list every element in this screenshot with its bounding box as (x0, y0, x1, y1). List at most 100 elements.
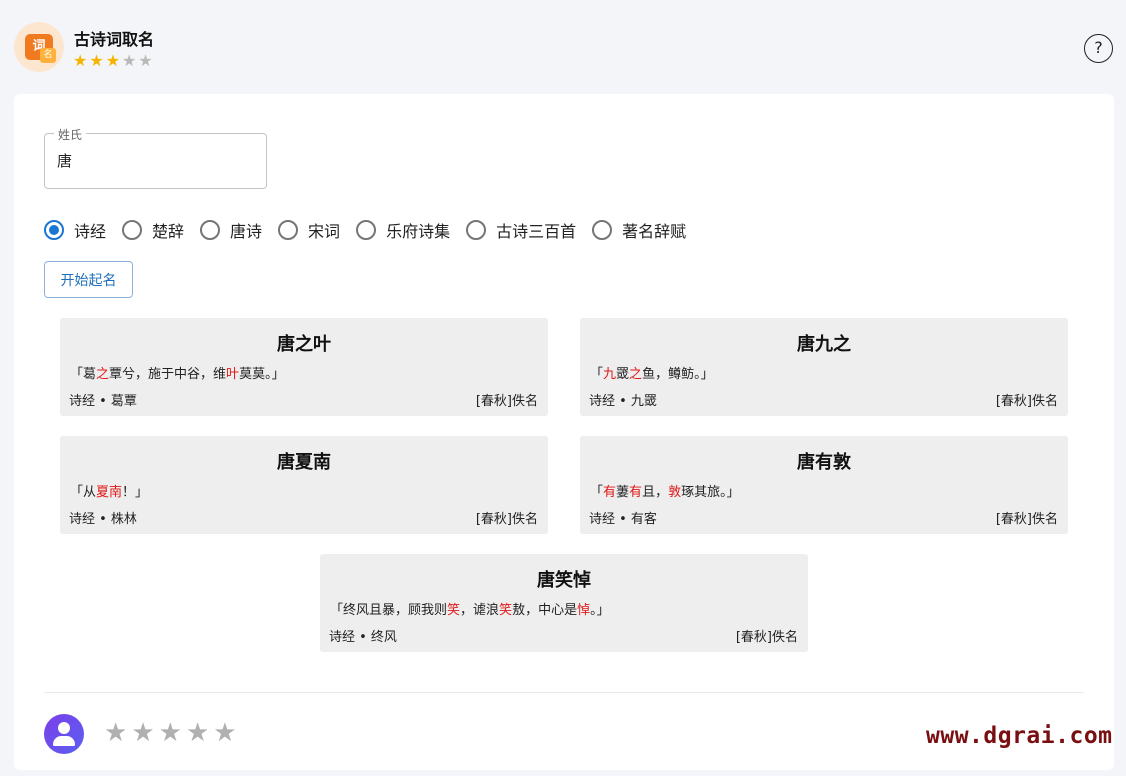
verse-highlight: 笑 (499, 603, 513, 618)
radio-icon[interactable] (122, 220, 143, 240)
verse-text: 萋 (616, 485, 630, 500)
verse-highlight: 夏南 (96, 485, 123, 500)
feedback-rating: ★ ★ ★ ★ ★ (104, 719, 237, 747)
card-verse: 「有萋有且，敦琢其旅。」 (590, 481, 740, 500)
verse-text: ，谑浪 (460, 603, 500, 618)
avatar-head (58, 722, 70, 734)
verse-highlight: 笑 (447, 603, 461, 618)
source-option-label: 乐府诗集 (386, 222, 451, 241)
radio-icon[interactable] (466, 220, 487, 240)
rate-star-icon[interactable]: ★ (131, 719, 154, 747)
source-option[interactable]: 楚辞 (122, 218, 184, 242)
verse-highlight: 悼 (577, 603, 591, 618)
source-option[interactable]: 古诗三百首 (466, 218, 576, 242)
card-source: 诗经 • 九罭 (589, 394, 657, 409)
rate-star-icon[interactable]: ★ (213, 719, 236, 747)
verse-highlight: 有 (629, 485, 643, 500)
rate-star-icon[interactable]: ★ (159, 719, 182, 747)
verse-text: 琢其旅。」 (681, 485, 740, 500)
avatar-body (53, 736, 75, 746)
source-option-label: 楚辞 (152, 222, 185, 241)
verse-highlight: 九 (603, 367, 617, 382)
source-option-label: 唐诗 (230, 222, 263, 241)
verse-text: 莫莫。」 (239, 367, 285, 382)
star-icon: ★ (73, 51, 88, 70)
name-card[interactable]: 唐九之「九罭之鱼，鳟鲂。」诗经 • 九罭 [春秋]佚名 (580, 318, 1068, 416)
verse-highlight: 敦 (668, 485, 682, 500)
source-radio-group: 诗经 楚辞 唐诗 宋词 乐府诗集 古诗三百首 著名辞赋 (44, 218, 702, 242)
verse-text: 覃兮，施于中谷，维 (109, 367, 227, 382)
divider (44, 692, 1084, 693)
verse-text: 「 (590, 485, 604, 500)
verse-text: 「终风且暴，顾我则 (330, 603, 448, 618)
help-button[interactable]: ? (1084, 34, 1113, 63)
start-naming-button[interactable]: 开始起名 (44, 261, 133, 298)
app-logo: 词 名 (14, 22, 64, 72)
card-verse: 「从夏南！」 (70, 481, 148, 500)
app-header: 词 名 古诗词取名 ★ ★ ★ ★ ★ ? (0, 0, 1126, 88)
app-title: 古诗词取名 (74, 30, 155, 49)
card-author: [春秋]佚名 (995, 394, 1058, 409)
card-source: 诗经 • 终风 (329, 630, 397, 645)
card-verse: 「终风且暴，顾我则笑，谑浪笑敖，中心是悼。」 (330, 599, 610, 618)
name-card[interactable]: 唐夏南「从夏南！」诗经 • 株林 [春秋]佚名 (60, 436, 548, 534)
logo-sub-glyph: 名 (40, 48, 56, 63)
surname-field[interactable]: 姓氏 (44, 126, 267, 189)
name-card[interactable]: 唐笑悼 「终风且暴，顾我则笑，谑浪笑敖，中心是悼。」 诗经 • 终风 [春秋]佚名 (320, 554, 808, 652)
star-icon: ★ (105, 51, 121, 70)
source-option-label: 宋词 (308, 222, 341, 241)
verse-text: ！」 (122, 485, 149, 500)
source-option[interactable]: 诗经 (44, 218, 106, 242)
verse-highlight: 叶 (226, 367, 240, 382)
card-name: 唐夏南 (277, 452, 331, 473)
verse-text: 「葛 (70, 367, 97, 382)
name-card[interactable]: 唐有敦 「有萋有且，敦琢其旅。」 诗经 • 有客 [春秋]佚名 (580, 436, 1068, 534)
card-name: 唐之叶 (277, 334, 331, 355)
card-verse: 「九罭之鱼，鳟鲂。」 (590, 363, 714, 382)
card-source: 诗经 • 葛覃 (69, 394, 137, 409)
verse-text: 「 (590, 367, 604, 382)
verse-text: 罭 (616, 367, 630, 382)
radio-icon[interactable] (200, 220, 221, 240)
source-option[interactable]: 乐府诗集 (356, 218, 450, 242)
radio-icon[interactable] (592, 220, 613, 240)
verse-highlight: 有 (603, 485, 617, 500)
star-icon: ★ (122, 51, 137, 70)
card-author: [春秋]佚名 (475, 394, 538, 409)
verse-text: 。」 (590, 603, 610, 618)
card-author: [春秋]佚名 (735, 630, 798, 645)
rate-star-icon[interactable]: ★ (186, 719, 209, 747)
card-author: [春秋]佚名 (475, 512, 538, 527)
card-author: [春秋]佚名 (995, 512, 1058, 527)
card-verse: 「葛之覃兮，施于中谷，维叶莫莫。」 (70, 363, 285, 382)
source-option-label: 著名辞赋 (622, 222, 687, 241)
source-option[interactable]: 宋词 (278, 218, 340, 242)
source-option[interactable]: 唐诗 (200, 218, 262, 242)
verse-highlight: 之 (96, 367, 110, 382)
rate-star-icon[interactable]: ★ (104, 719, 127, 747)
star-icon: ★ (89, 51, 104, 70)
name-card[interactable]: 唐之叶「葛之覃兮，施于中谷，维叶莫莫。」诗经 • 葛覃 [春秋]佚名 (60, 318, 548, 416)
user-avatar[interactable] (44, 714, 84, 754)
card-name: 唐九之 (797, 334, 851, 355)
card-name: 唐有敦 (797, 452, 851, 473)
radio-icon[interactable] (356, 220, 377, 240)
main-panel: 姓氏 诗经楚辞唐诗宋词乐府诗集古诗三百首著名辞赋 开始起名 唐之叶「葛之覃兮，施… (14, 94, 1114, 770)
verse-text: 鱼，鳟鲂。」 (642, 367, 714, 382)
surname-label: 姓氏 (54, 126, 87, 143)
card-source: 诗经 • 有客 (589, 512, 657, 527)
app-rating: ★ ★ ★ ★ ★ (73, 53, 153, 69)
source-option-label: 古诗三百首 (496, 222, 577, 241)
verse-text: 「从 (70, 485, 97, 500)
star-icon: ★ (138, 51, 153, 70)
radio-icon[interactable] (278, 220, 299, 240)
card-source: 诗经 • 株林 (69, 512, 137, 527)
source-option[interactable]: 著名辞赋 (592, 218, 686, 242)
verse-highlight: 之 (629, 367, 643, 382)
radio-icon[interactable] (44, 220, 64, 240)
verse-text: 且， (642, 485, 669, 500)
surname-input[interactable] (57, 151, 247, 169)
source-option-label: 诗经 (74, 222, 107, 241)
verse-text: 敖，中心是 (512, 603, 578, 618)
card-name: 唐笑悼 (537, 570, 591, 591)
